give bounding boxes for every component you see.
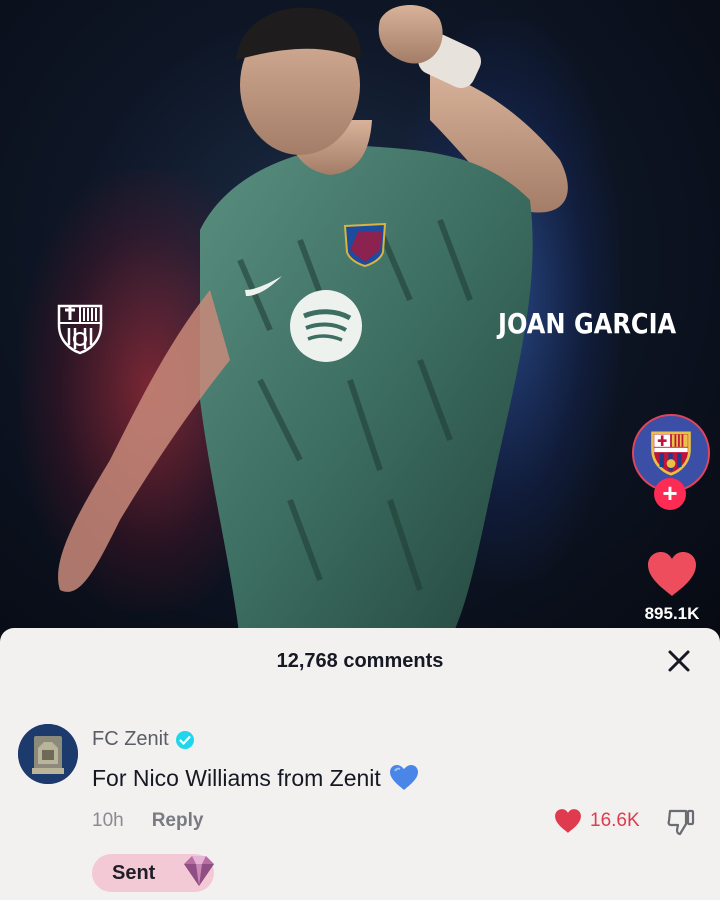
verified-badge-icon xyxy=(175,730,194,749)
blue-heart-icon xyxy=(389,765,418,790)
comment-time: 10h xyxy=(92,810,124,831)
comment-text: For Nico Williams from Zenit xyxy=(92,764,419,792)
gem-gift-icon xyxy=(184,856,214,886)
comments-count-title: 12,768 comments xyxy=(276,650,444,672)
club-crest-icon xyxy=(57,304,103,355)
follow-plus-icon[interactable]: + xyxy=(654,478,686,510)
creator-avatar[interactable]: + xyxy=(632,414,710,510)
dislike-icon[interactable] xyxy=(666,808,696,836)
commenter-username[interactable]: FC Zenit xyxy=(92,728,195,751)
close-icon[interactable] xyxy=(664,646,694,676)
heart-icon xyxy=(555,809,581,833)
video-player[interactable]: JOAN GARCIA + 895.1K xyxy=(0,0,720,640)
reply-button[interactable]: Reply xyxy=(152,810,204,832)
comment-like-button[interactable]: 16.6K xyxy=(554,808,640,834)
heart-icon[interactable] xyxy=(646,550,698,598)
comment-body: For Nico Williams from Zenit xyxy=(92,764,381,791)
player-name-overlay: JOAN GARCIA xyxy=(498,307,677,340)
zenit-logo-icon xyxy=(18,724,78,784)
username-text: FC Zenit xyxy=(92,728,169,750)
club-crest-icon xyxy=(651,431,691,476)
comment-like-count: 16.6K xyxy=(590,810,640,831)
commenter-avatar[interactable] xyxy=(18,724,78,784)
sent-label: Sent xyxy=(112,861,156,884)
comment-meta: 10h Reply xyxy=(92,810,203,832)
sent-gift-chip[interactable]: Sent xyxy=(92,854,214,892)
comments-panel: 12,768 comments FC Zenit For Nico Willia… xyxy=(0,628,720,900)
like-count: 895.1K xyxy=(644,604,700,623)
